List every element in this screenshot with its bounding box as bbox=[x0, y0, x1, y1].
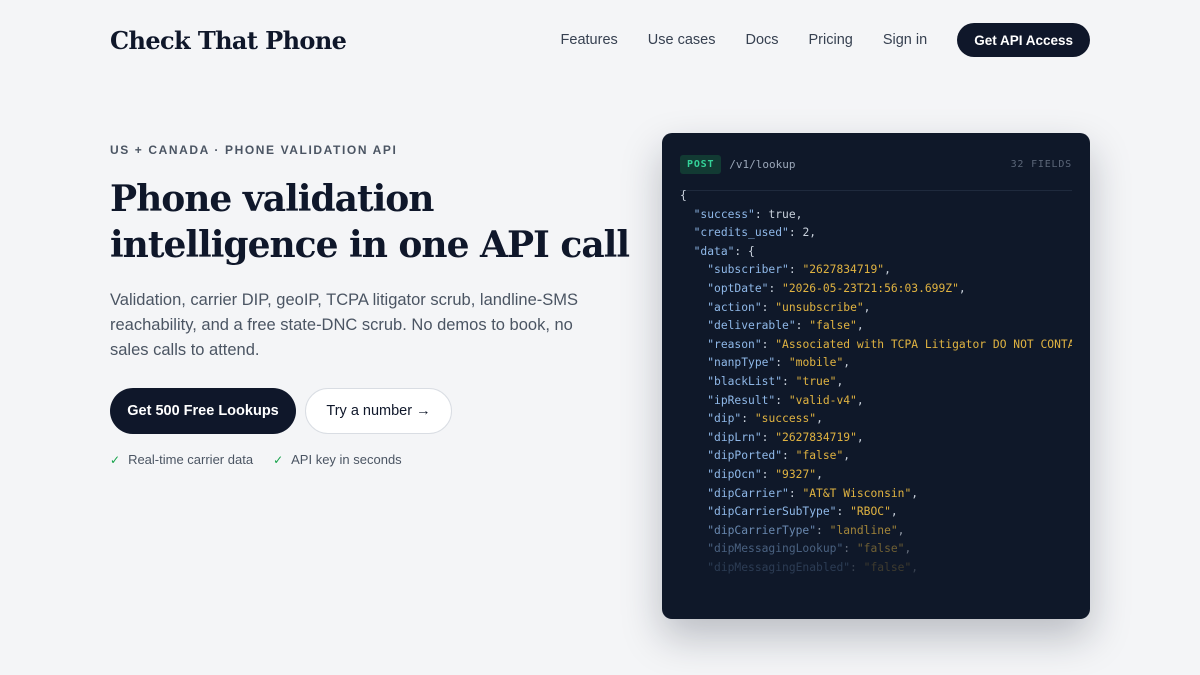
hero-headline: Phone validation intelligence in one API… bbox=[110, 176, 630, 268]
code-key: "deliverable" bbox=[707, 319, 796, 333]
code-key: "dipMessagingEnabled" bbox=[707, 560, 851, 574]
code-key: "optDate" bbox=[707, 281, 769, 295]
code-value: "RBOC" bbox=[850, 505, 891, 519]
code-value: "2627834719" bbox=[802, 263, 885, 277]
code-line: "blackList": "true", bbox=[707, 374, 844, 388]
code-panel-header: POST /v1/lookup 32 FIELDS bbox=[680, 147, 1072, 191]
code-key: "reason" bbox=[707, 337, 762, 351]
code-value: "AT&T Wisconsin" bbox=[802, 486, 912, 500]
code-key: "dipCarrierSubType" bbox=[707, 505, 837, 519]
code-key: "dipCarrier" bbox=[707, 486, 789, 500]
nav-pricing[interactable]: Pricing bbox=[809, 32, 853, 48]
code-key: "dipLrn" bbox=[707, 430, 762, 444]
check-icon: ✓ bbox=[273, 452, 284, 467]
code-value: 2 bbox=[802, 226, 810, 240]
nav-sign-in[interactable]: Sign in bbox=[883, 32, 927, 48]
main-nav: Features Use cases Docs Pricing Sign in … bbox=[561, 23, 1090, 57]
code-brace: { bbox=[680, 189, 687, 202]
code-key: "dipOcn" bbox=[707, 467, 762, 481]
nav-docs[interactable]: Docs bbox=[745, 32, 778, 48]
code-line: "dipCarrierType": "landline", bbox=[707, 523, 905, 537]
code-line: "nanpType": "mobile", bbox=[707, 356, 851, 370]
endpoint-path: /v1/lookup bbox=[729, 158, 796, 171]
code-key: "nanpType" bbox=[707, 356, 776, 370]
code-line: "dipMessagingLookup": "false", bbox=[707, 542, 912, 556]
code-value: "2627834719" bbox=[775, 430, 857, 444]
api-response-panel: POST /v1/lookup 32 FIELDS { "success": t… bbox=[662, 133, 1090, 619]
hero-eyebrow: US + CANADA · PHONE VALIDATION API bbox=[110, 143, 398, 157]
code-line: "data": { bbox=[693, 244, 755, 258]
hero-subtext: Validation, carrier DIP, geoIP, TCPA lit… bbox=[110, 291, 579, 359]
code-key: "blackList" bbox=[707, 374, 783, 388]
check-icon: ✓ bbox=[110, 452, 121, 467]
code-line: "dipCarrier": "AT&T Wisconsin", bbox=[707, 486, 919, 500]
hero-headline-line-1: Phone validation bbox=[110, 178, 434, 220]
code-line: "success": true, bbox=[693, 207, 803, 221]
code-value: "unsubscribe" bbox=[775, 300, 864, 314]
code-key: "dipPorted" bbox=[707, 449, 783, 463]
code-key: "action" bbox=[707, 300, 762, 314]
hero-headline-line-2: intelligence in one API call bbox=[110, 224, 630, 266]
code-value: "Associated with TCPA Litigator DO NOT C… bbox=[775, 337, 1072, 351]
code-key: "dipCarrierType" bbox=[707, 523, 817, 537]
code-value: "false" bbox=[863, 560, 912, 574]
code-value: "valid-v4" bbox=[788, 393, 857, 407]
nav-features[interactable]: Features bbox=[561, 32, 618, 48]
code-line: "dipLrn": "2627834719", bbox=[707, 430, 864, 444]
site-header: Check That Phone Features Use cases Docs… bbox=[110, 22, 1090, 58]
code-line: "reason": "Associated with TCPA Litigato… bbox=[680, 336, 1072, 355]
code-line: { bbox=[680, 187, 1072, 206]
json-response-code: { "success": true, "credits_used": 2, "d… bbox=[680, 187, 1072, 577]
code-value: "mobile" bbox=[788, 356, 844, 370]
code-line: "dipOcn": "9327", bbox=[707, 467, 823, 481]
code-key: "subscriber" bbox=[707, 263, 789, 277]
check-item-api-key: ✓ API key in seconds bbox=[273, 452, 402, 467]
code-value: "9327" bbox=[775, 467, 817, 481]
code-line: "dipCarrierSubType": "RBOC", bbox=[707, 505, 898, 519]
code-line: "deliverable": "false", bbox=[707, 319, 864, 333]
get-api-access-button[interactable]: Get API Access bbox=[957, 23, 1090, 57]
nav-use-cases[interactable]: Use cases bbox=[648, 32, 716, 48]
code-value: true bbox=[768, 207, 796, 221]
check-label: API key in seconds bbox=[291, 452, 402, 467]
code-value: "false" bbox=[856, 542, 905, 556]
code-value: "success" bbox=[754, 412, 817, 426]
get-free-lookups-button[interactable]: Get 500 Free Lookups bbox=[110, 388, 296, 434]
code-value: "true" bbox=[795, 374, 837, 388]
code-line: "ipResult": "valid-v4", bbox=[707, 393, 864, 407]
code-line: "credits_used": 2, bbox=[693, 226, 817, 240]
code-value: { bbox=[748, 244, 755, 258]
logo[interactable]: Check That Phone bbox=[110, 26, 347, 55]
check-label: Real-time carrier data bbox=[128, 452, 254, 467]
code-line: "dipPorted": "false", bbox=[707, 449, 851, 463]
code-key: "dipMessagingLookup" bbox=[707, 542, 844, 556]
code-line: "dip": "success", bbox=[707, 412, 823, 426]
code-value: "false" bbox=[809, 319, 857, 333]
code-value: "false" bbox=[795, 449, 844, 463]
code-key: "dip" bbox=[707, 412, 742, 426]
code-key: "success" bbox=[693, 207, 755, 221]
code-line: "subscriber": "2627834719", bbox=[707, 263, 891, 277]
try-a-number-button[interactable]: Try a number → bbox=[305, 388, 452, 434]
check-item-carrier-data: ✓ Real-time carrier data bbox=[110, 452, 253, 467]
code-line: "dipMessagingEnabled": "false", bbox=[707, 560, 919, 574]
code-key: "ipResult" bbox=[707, 393, 776, 407]
code-value: "2026-05-23T21:56:03.699Z" bbox=[782, 281, 959, 295]
code-value: "landline" bbox=[829, 523, 898, 537]
code-key: "data" bbox=[693, 244, 735, 258]
fields-count: 32 FIELDS bbox=[1010, 159, 1072, 170]
code-line: "action": "unsubscribe", bbox=[707, 300, 871, 314]
feature-checks: ✓ Real-time carrier data ✓ API key in se… bbox=[110, 452, 422, 467]
code-key: "credits_used" bbox=[693, 226, 789, 240]
http-method-badge: POST bbox=[680, 155, 722, 174]
code-line: "optDate": "2026-05-23T21:56:03.699Z", bbox=[707, 281, 966, 295]
